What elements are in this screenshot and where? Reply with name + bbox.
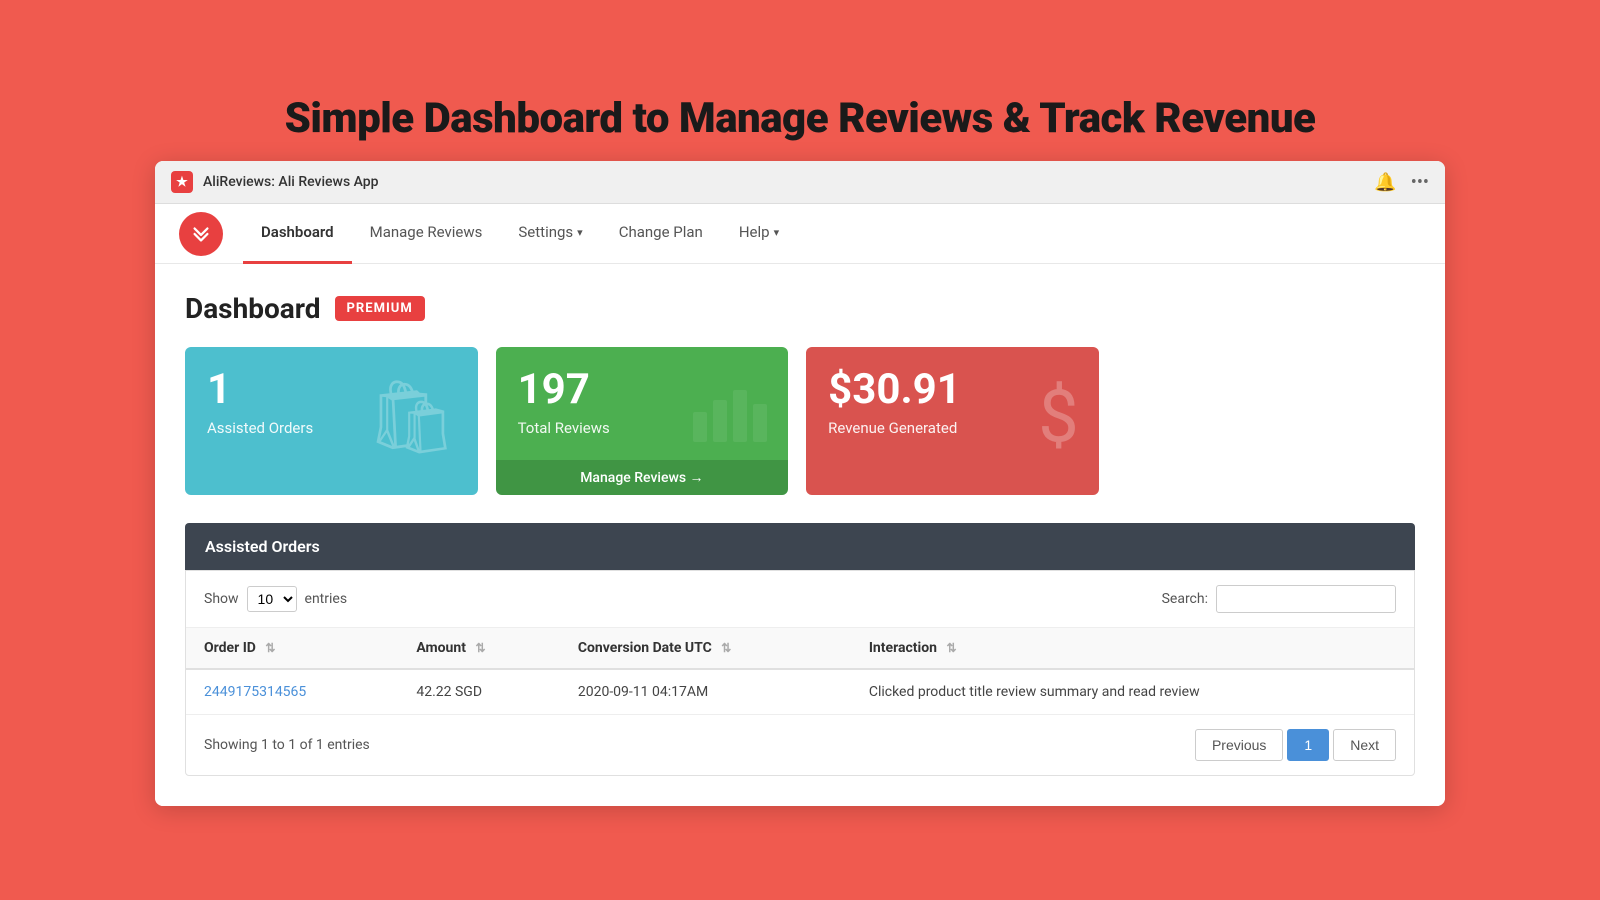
stats-row: 1 Assisted Orders 🛍 197 Total Reviews Ma… xyxy=(185,347,1415,495)
more-options-icon[interactable]: ••• xyxy=(1411,172,1429,193)
col-header-conversion-date[interactable]: Conversion Date UTC ⇅ xyxy=(560,628,851,669)
nav-item-manage-reviews[interactable]: Manage Reviews xyxy=(352,204,501,264)
table-row: 2449175314565 42.22 SGD 2020-09-11 04:17… xyxy=(186,669,1414,715)
search-label: Search: xyxy=(1162,591,1208,607)
assisted-orders-section: Assisted Orders Show 10 25 50 entries xyxy=(185,523,1415,776)
sort-interaction-icon: ⇅ xyxy=(946,641,956,655)
show-label: Show xyxy=(204,591,239,607)
main-content: Dashboard PREMIUM 1 Assisted Orders 🛍 19… xyxy=(155,264,1445,806)
shopping-bag-icon: 🛍 xyxy=(366,381,457,453)
stat-card-total-reviews: 197 Total Reviews Manage Reviews → xyxy=(496,347,789,495)
browser-bar: ★ AliReviews: Ali Reviews App 🔔 ••• xyxy=(155,161,1445,204)
dashboard-title: Dashboard xyxy=(185,292,321,325)
cell-interaction: Clicked product title review summary and… xyxy=(851,669,1414,715)
browser-logo-icon: ★ xyxy=(171,171,193,193)
sort-order-id-icon: ⇅ xyxy=(265,641,275,655)
manage-reviews-footer-btn[interactable]: Manage Reviews → xyxy=(496,460,789,495)
nav-bar: Dashboard Manage Reviews Settings ▾ Chan… xyxy=(155,204,1445,264)
premium-badge: PREMIUM xyxy=(335,296,425,321)
table-container: Show 10 25 50 entries Search: xyxy=(185,570,1415,776)
col-header-amount[interactable]: Amount ⇅ xyxy=(398,628,560,669)
chart-bar-icon xyxy=(688,382,768,453)
cell-amount: 42.22 SGD xyxy=(398,669,560,715)
cell-conversion-date: 2020-09-11 04:17AM xyxy=(560,669,851,715)
app-logo[interactable] xyxy=(179,212,223,256)
page-heading: Simple Dashboard to Manage Reviews & Tra… xyxy=(285,94,1316,143)
browser-window: ★ AliReviews: Ali Reviews App 🔔 ••• Dash… xyxy=(155,161,1445,806)
showing-entries-text: Showing 1 to 1 of 1 entries xyxy=(204,737,370,753)
section-header: Assisted Orders xyxy=(185,523,1415,570)
sort-date-icon: ⇅ xyxy=(721,641,731,655)
order-id-link[interactable]: 2449175314565 xyxy=(204,684,306,700)
dollar-sign-icon: $ xyxy=(1038,381,1078,453)
col-header-interaction[interactable]: Interaction ⇅ xyxy=(851,628,1414,669)
sort-amount-icon: ⇅ xyxy=(475,641,485,655)
page-1-button[interactable]: 1 xyxy=(1287,729,1329,761)
nav-item-dashboard[interactable]: Dashboard xyxy=(243,204,352,264)
pagination: Previous 1 Next xyxy=(1195,729,1396,761)
col-header-order-id[interactable]: Order ID ⇅ xyxy=(186,628,398,669)
search-input[interactable] xyxy=(1216,585,1396,613)
nav-item-settings[interactable]: Settings ▾ xyxy=(500,204,600,264)
notification-bell-icon[interactable]: 🔔 xyxy=(1374,172,1396,193)
stat-card-assisted-orders: 1 Assisted Orders 🛍 xyxy=(185,347,478,495)
entries-label: entries xyxy=(305,591,348,607)
table-footer: Showing 1 to 1 of 1 entries Previous 1 N… xyxy=(186,715,1414,775)
browser-title: AliReviews: Ali Reviews App xyxy=(203,174,379,190)
entries-select[interactable]: 10 25 50 xyxy=(247,586,297,612)
previous-button[interactable]: Previous xyxy=(1195,729,1283,761)
nav-item-change-plan[interactable]: Change Plan xyxy=(601,204,721,264)
table-controls: Show 10 25 50 entries Search: xyxy=(186,571,1414,628)
cell-order-id: 2449175314565 xyxy=(186,669,398,715)
next-button[interactable]: Next xyxy=(1333,729,1396,761)
orders-table: Order ID ⇅ Amount ⇅ Conversion Date UTC … xyxy=(186,628,1414,715)
nav-item-help[interactable]: Help ▾ xyxy=(721,204,797,264)
dashboard-header: Dashboard PREMIUM xyxy=(185,292,1415,325)
stat-card-revenue: $30.91 Revenue Generated $ xyxy=(806,347,1099,495)
